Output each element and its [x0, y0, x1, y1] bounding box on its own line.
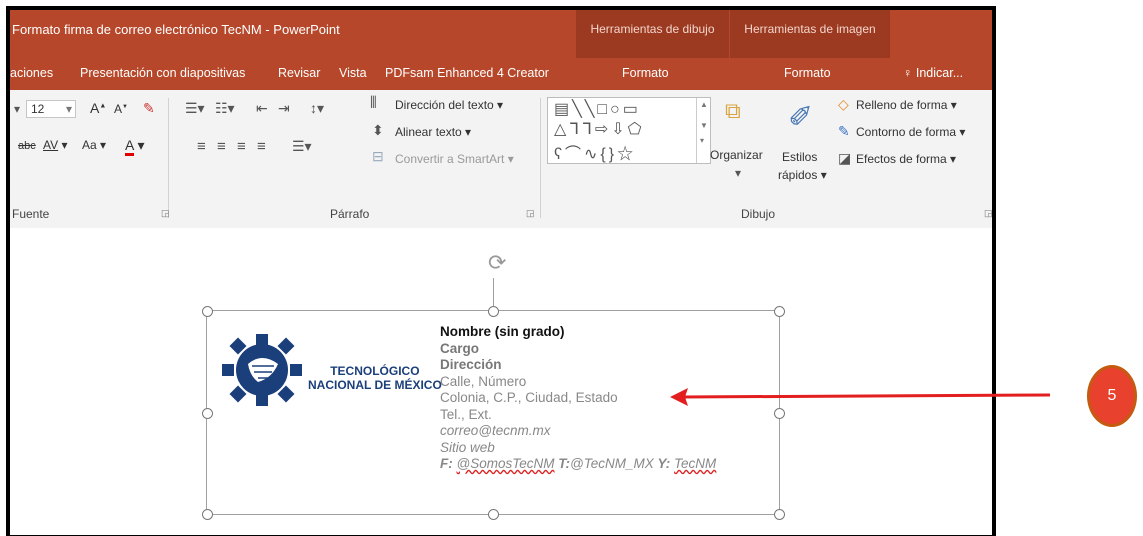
- decrease-indent-icon[interactable]: ⇤: [256, 100, 268, 117]
- shrink-font-icon[interactable]: A▼: [114, 102, 128, 116]
- smartart-icon: ⊟: [372, 148, 384, 164]
- tab-slideshow[interactable]: Presentación con diapositivas: [80, 66, 245, 80]
- picture-tools-header: Herramientas de imagen: [744, 22, 876, 36]
- shapes-row-3: ʕ⌒∿{}☆: [554, 146, 637, 163]
- tab-view[interactable]: Vista: [339, 66, 367, 80]
- logo-line-1: TECNOLÓGICO: [330, 364, 420, 378]
- quick-styles-icon: ✐: [788, 101, 814, 134]
- divider: [540, 98, 541, 218]
- ribbon-tabs: aciones Presentación con diapositivas Re…: [10, 58, 992, 90]
- align-text-icon[interactable]: ⬍: [372, 122, 384, 139]
- step-badge: 5: [1087, 365, 1137, 427]
- window-title: Formato firma de correo electrónico TecN…: [12, 22, 340, 37]
- drawing-tools-header: Herramientas de dibujo: [590, 22, 715, 36]
- signature-department: Dirección: [440, 357, 502, 372]
- tecnm-gear-logo-icon: [222, 334, 302, 406]
- gallery-scroll[interactable]: ▲ ▼ ▾: [696, 98, 710, 163]
- resize-handle-top-right[interactable]: [774, 306, 785, 317]
- rotate-handle-icon[interactable]: ⟳: [488, 250, 506, 276]
- columns-icon[interactable]: ☰▾: [292, 138, 312, 155]
- strikethrough-icon[interactable]: abc: [18, 140, 36, 152]
- group-label-paragraph: Párrafo: [330, 207, 370, 221]
- resize-handle-bottom-right[interactable]: [774, 509, 785, 520]
- shapes-row-1: ▤╲╲□○▭: [554, 101, 641, 118]
- arrange-button[interactable]: Organizar: [710, 148, 763, 162]
- step-number: 5: [1107, 387, 1117, 404]
- logo-line-2: NACIONAL DE MÉXICO: [308, 378, 442, 392]
- font-size-dropdown[interactable]: 12 ▾: [26, 100, 76, 118]
- change-case-icon[interactable]: Aa ▾: [82, 138, 106, 152]
- convert-smartart-button[interactable]: Convertir a SmartArt ▾: [395, 152, 514, 166]
- clear-formatting-icon[interactable]: ✎: [143, 100, 155, 117]
- resize-handle-bottom-left[interactable]: [202, 509, 213, 520]
- ribbon: ▾ 12 ▾ A▲ A▼ ✎ abc AV ▾ Aa ▾ A ▾ ☰▾ ☷▾ ⇤ …: [10, 90, 992, 229]
- group-label-font: Fuente: [12, 207, 50, 221]
- tecnm-logo-text: TECNOLÓGICO NACIONAL DE MÉXICO: [308, 364, 442, 392]
- scroll-down-icon: ▼: [700, 121, 708, 130]
- char-spacing-icon[interactable]: AV ▾: [43, 138, 67, 152]
- numbering-icon[interactable]: ☷▾: [215, 100, 235, 117]
- tab-format-drawing[interactable]: Formato: [622, 66, 669, 80]
- align-text-button[interactable]: Alinear texto ▾: [395, 125, 471, 139]
- shape-fill-button[interactable]: Relleno de forma ▾: [856, 98, 957, 112]
- group-label-drawing: Dibujo: [741, 207, 776, 221]
- resize-handle-top-left[interactable]: [202, 306, 213, 317]
- font-name-dropdown-arrow[interactable]: ▾: [14, 102, 20, 116]
- tab-animations[interactable]: aciones: [10, 66, 53, 80]
- lightbulb-icon: ♀: [903, 66, 913, 80]
- annotation-arrow-icon: [670, 388, 1051, 406]
- shape-outline-icon: ✎: [838, 123, 850, 139]
- text-direction-icon[interactable]: ⫴: [370, 95, 377, 113]
- quick-styles-button[interactable]: rápidos ▾: [778, 168, 827, 182]
- divider: [168, 98, 169, 218]
- quick-styles-label-1[interactable]: Estilos: [782, 150, 817, 164]
- resize-handle-left[interactable]: [202, 408, 213, 419]
- tab-pdfsam[interactable]: PDFsam Enhanced 4 Creator: [385, 66, 549, 80]
- tab-review[interactable]: Revisar: [278, 66, 320, 80]
- align-right-icon[interactable]: ≡: [237, 138, 246, 155]
- text-direction-button[interactable]: Dirección del texto ▾: [395, 98, 503, 112]
- line-spacing-icon[interactable]: ↕▾: [310, 100, 324, 117]
- paragraph-dialog-launcher-icon[interactable]: ◲: [526, 208, 535, 219]
- font-dialog-launcher-icon[interactable]: ◲: [161, 208, 170, 219]
- align-left-icon[interactable]: ≡: [197, 138, 206, 155]
- tab-format-picture[interactable]: Formato: [784, 66, 831, 80]
- arrange-icon: ⧉: [725, 98, 741, 123]
- shapes-row-2: △ᒣᒣ⇨⇩⬠: [554, 121, 645, 138]
- more-icon: ▾: [700, 136, 705, 145]
- font-size-value: 12: [31, 102, 45, 116]
- shapes-gallery[interactable]: ▤╲╲□○▭ △ᒣᒣ⇨⇩⬠ ʕ⌒∿{}☆ ▲ ▼ ▾: [547, 97, 711, 164]
- font-color-icon[interactable]: A ▾: [125, 137, 145, 156]
- signature-website: Sitio web: [440, 439, 495, 455]
- tell-me-label: Indicar...: [915, 66, 964, 80]
- shape-effects-button[interactable]: Efectos de forma ▾: [856, 152, 956, 166]
- drawing-dialog-launcher-icon[interactable]: ◲: [984, 208, 992, 219]
- signature-name: Nombre (sin grado): [440, 324, 565, 339]
- scroll-up-icon: ▲: [700, 100, 708, 109]
- bullets-icon[interactable]: ☰▾: [185, 100, 205, 117]
- shape-outline-button[interactable]: Contorno de forma ▾: [856, 125, 965, 139]
- tell-me-box[interactable]: ♀ Indicar...: [903, 66, 963, 80]
- shape-effects-icon: ◪: [838, 150, 852, 166]
- signature-social: F: @SomosTecNM T:@TecNM_MX Y: TecNM: [440, 456, 717, 471]
- resize-handle-top[interactable]: [488, 306, 499, 317]
- signature-email: correo@tecnm.mx: [440, 423, 551, 438]
- arrange-dropdown-icon[interactable]: ▾: [735, 166, 741, 180]
- increase-indent-icon[interactable]: ⇥: [278, 100, 290, 117]
- signature-position: Cargo: [440, 340, 480, 356]
- shape-fill-icon: ◇: [838, 96, 849, 112]
- align-center-icon[interactable]: ≡: [217, 138, 226, 155]
- grow-font-icon[interactable]: A▲: [90, 100, 106, 116]
- resize-handle-bottom[interactable]: [488, 509, 499, 520]
- justify-icon[interactable]: ≡: [257, 138, 266, 155]
